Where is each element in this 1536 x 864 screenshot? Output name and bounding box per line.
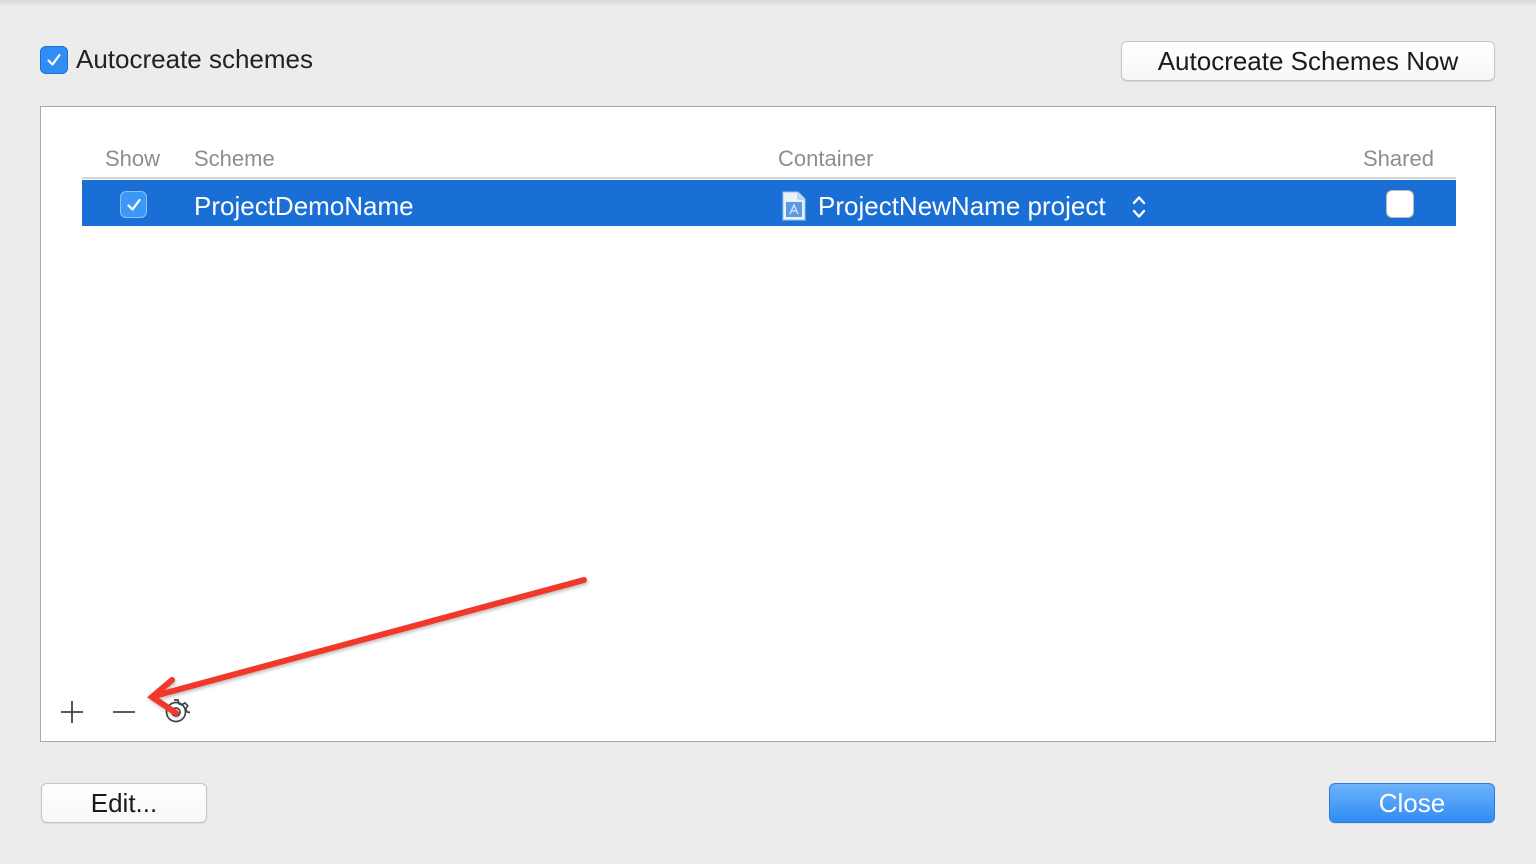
scheme-actions-button[interactable] xyxy=(160,696,192,728)
autocreate-schemes-now-button[interactable]: Autocreate Schemes Now xyxy=(1121,41,1495,81)
add-scheme-button[interactable] xyxy=(56,696,88,728)
column-header-shared[interactable]: Shared xyxy=(1363,146,1434,172)
autocreate-schemes-label[interactable]: Autocreate schemes xyxy=(76,44,313,75)
column-header-scheme[interactable]: Scheme xyxy=(194,146,275,172)
minus-icon xyxy=(113,711,135,713)
show-checkbox[interactable] xyxy=(120,191,147,218)
container-name[interactable]: ProjectNewName project xyxy=(818,191,1106,222)
autocreate-schemes-checkbox[interactable] xyxy=(40,46,68,74)
header-divider xyxy=(82,177,1456,179)
xcode-project-file-icon xyxy=(782,191,806,221)
container-popup-chevrons-icon[interactable] xyxy=(1130,193,1148,221)
gear-icon xyxy=(165,699,190,723)
remove-scheme-button[interactable] xyxy=(108,696,140,728)
edit-button[interactable]: Edit... xyxy=(41,783,207,823)
checkmark-icon xyxy=(126,198,141,211)
checkmark-icon xyxy=(47,53,61,66)
window-top-edge xyxy=(0,0,1536,6)
close-button[interactable]: Close xyxy=(1329,783,1495,823)
column-header-container[interactable]: Container xyxy=(778,146,873,172)
column-header-show[interactable]: Show xyxy=(105,146,160,172)
shared-checkbox[interactable] xyxy=(1386,190,1414,218)
scheme-name[interactable]: ProjectDemoName xyxy=(194,191,414,222)
plus-icon xyxy=(61,701,83,723)
